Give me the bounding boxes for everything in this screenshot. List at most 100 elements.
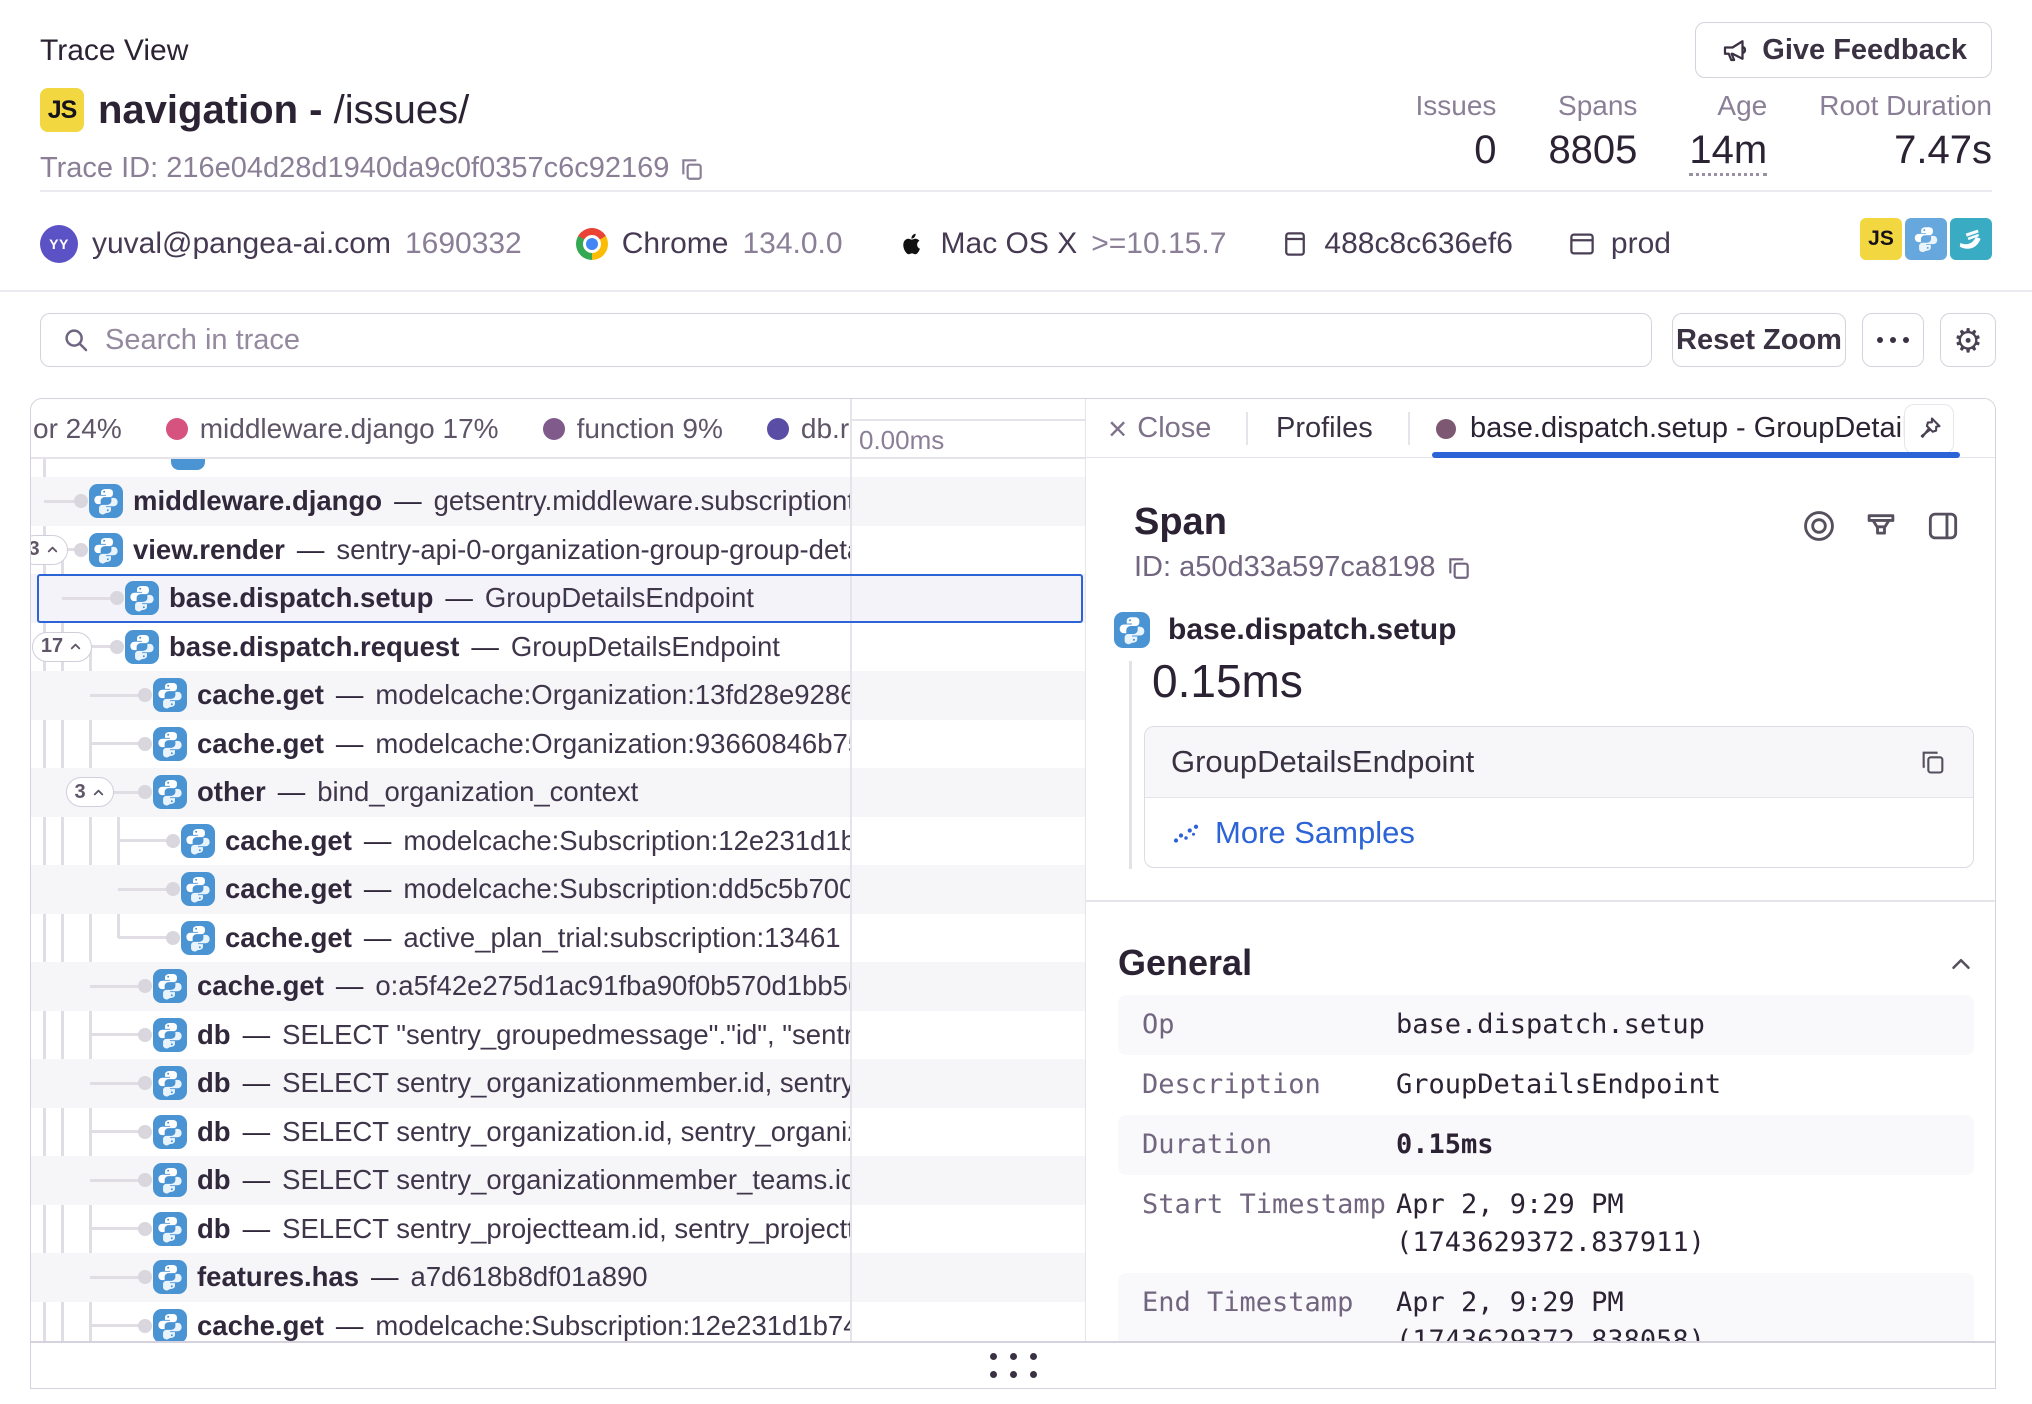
span-description: a7d618b8df01a890 bbox=[411, 1261, 648, 1293]
more-options-button[interactable] bbox=[1862, 313, 1924, 367]
tree-row[interactable]: cache.get—modelcache:Subscription:dd5c5b… bbox=[31, 865, 1085, 914]
stat-spans: Spans8805 bbox=[1548, 90, 1637, 170]
python-icon bbox=[153, 1212, 187, 1246]
tree-connector-dot bbox=[138, 688, 152, 702]
tree-row[interactable]: base.dispatch.setup—GroupDetailsEndpoint bbox=[31, 574, 1085, 623]
legend-item[interactable]: function 9% bbox=[543, 413, 723, 445]
span-description: modelcache:Organization:93660846b75 bbox=[375, 728, 850, 760]
tree-row[interactable]: db—SELECT sentry_organization.id, sentry… bbox=[31, 1108, 1085, 1157]
tab-profiles[interactable]: Profiles bbox=[1276, 399, 1373, 458]
tab-span-active[interactable]: base.dispatch.setup - GroupDetails… bbox=[1436, 399, 1952, 458]
tree-row[interactable]: db—SELECT "sentry_groupedmessage"."id", … bbox=[31, 1011, 1085, 1060]
tree-connector-dot bbox=[138, 1222, 152, 1236]
python-icon bbox=[153, 678, 187, 712]
span-section-heading: Span bbox=[1134, 501, 1227, 544]
tree-connector-dot bbox=[138, 1076, 152, 1090]
span-vline bbox=[1129, 661, 1132, 869]
span-op: db bbox=[197, 1019, 231, 1051]
tree-row[interactable]: db—SELECT sentry_projectteam.id, sentry_… bbox=[31, 1205, 1085, 1254]
tree-row[interactable]: features.has—a7d618b8df01a890 bbox=[31, 1253, 1085, 1302]
python-icon bbox=[153, 727, 187, 761]
drawer-close-button[interactable]: × Close bbox=[1108, 399, 1211, 458]
tree-row[interactable]: cache.get—o:a5f42e275d1ac91fba90f0b570d1… bbox=[31, 962, 1085, 1011]
copy-icon[interactable] bbox=[1446, 555, 1472, 581]
user-id: 1690332 bbox=[405, 227, 522, 261]
meta-browser: Chrome 134.0.0 bbox=[576, 227, 843, 261]
tree-row[interactable]: cache.get—modelcache:Organization:13fd28… bbox=[31, 671, 1085, 720]
tree-row[interactable]: middleware.django—getsentry.middleware.s… bbox=[31, 477, 1085, 526]
span-op: features.has bbox=[197, 1261, 359, 1293]
collapse-pill[interactable]: 3 bbox=[31, 535, 68, 565]
meta-environment: prod bbox=[1567, 227, 1671, 261]
more-samples-link[interactable]: More Samples bbox=[1145, 798, 1973, 867]
side-panel-icon[interactable] bbox=[1923, 506, 1963, 546]
tree-row[interactable]: 17base.dispatch.request—GroupDetailsEndp… bbox=[31, 623, 1085, 672]
tree-connector-dot bbox=[138, 979, 152, 993]
tree-connector-dot bbox=[138, 737, 152, 751]
collapse-pill[interactable]: 3 bbox=[66, 777, 114, 807]
span-tools bbox=[1799, 506, 1963, 546]
legend-item[interactable]: middleware.django 17% bbox=[166, 413, 499, 445]
trace-view-page: Trace View Give Feedback JS navigation -… bbox=[0, 0, 2032, 1404]
python-icon bbox=[1114, 612, 1150, 648]
copy-icon[interactable] bbox=[679, 156, 705, 182]
legend-dot bbox=[166, 418, 188, 440]
trace-title-name: navigation - bbox=[98, 88, 322, 132]
tree-row[interactable]: cache.get—modelcache:Organization:936608… bbox=[31, 720, 1085, 769]
span-op: cache.get bbox=[197, 679, 324, 711]
tree-row[interactable]: cache.get—modelcache:Subscription:12e231… bbox=[31, 817, 1085, 866]
sample-row[interactable]: GroupDetailsEndpoint bbox=[1145, 727, 1973, 798]
pin-tab-button[interactable] bbox=[1904, 404, 1954, 454]
meta-divider bbox=[0, 290, 2032, 292]
legend-item[interactable]: db.redis 8% bbox=[767, 413, 850, 445]
give-feedback-button[interactable]: Give Feedback bbox=[1695, 22, 1992, 78]
tree-row[interactable]: cache.get—modelcache:Subscription:12e231… bbox=[31, 1302, 1085, 1343]
collapse-pill[interactable]: 17 bbox=[32, 632, 92, 662]
span-id: ID: a50d33a597ca8198 bbox=[1134, 551, 1472, 584]
close-icon: × bbox=[1108, 412, 1127, 445]
page-title: Trace View bbox=[40, 34, 188, 68]
browser-version: 134.0.0 bbox=[742, 227, 842, 261]
tree-row[interactable]: db—SELECT sentry_organizationmember_team… bbox=[31, 1156, 1085, 1205]
tree-connector-dot bbox=[138, 1173, 152, 1187]
span-description: getsentry.middleware.subscriptiontag.S bbox=[434, 485, 850, 517]
tree-connector bbox=[90, 985, 145, 988]
meta-device: 488c8c636ef6 bbox=[1280, 227, 1513, 261]
span-op: view.render bbox=[133, 534, 285, 566]
focus-target-icon[interactable] bbox=[1799, 506, 1839, 546]
tree-row[interactable]: cache.get—active_plan_trial:subscription… bbox=[31, 914, 1085, 963]
tree-connector bbox=[90, 1130, 145, 1133]
zoom-funnel-icon[interactable] bbox=[1861, 506, 1901, 546]
general-section-heading: General bbox=[1118, 942, 1252, 984]
settings-gear-button[interactable]: ⚙ bbox=[1940, 313, 1996, 367]
tree-row[interactable]: 3other—bind_organization_context bbox=[31, 768, 1085, 817]
general-key: End Timestamp bbox=[1118, 1284, 1396, 1342]
ops-legend: or 24% middleware.django 17% function 9% db… bbox=[31, 399, 850, 458]
general-row-duration: Duration0.15ms bbox=[1118, 1115, 1974, 1175]
span-op: cache.get bbox=[225, 825, 352, 857]
meta-os: Mac OS X >=10.15.7 bbox=[897, 227, 1227, 261]
tree-row[interactable]: db—SELECT sentry_organizationmember.id, … bbox=[31, 1059, 1085, 1108]
span-description: SELECT sentry_organization.id, sentry_or… bbox=[282, 1116, 850, 1148]
span-description: GroupDetailsEndpoint bbox=[485, 582, 754, 614]
general-row-op: Opbase.dispatch.setup bbox=[1118, 995, 1974, 1055]
collapse-chevron-icon[interactable] bbox=[1946, 949, 1976, 979]
tree-row[interactable]: 3view.render—sentry-api-0-organization-g… bbox=[31, 526, 1085, 575]
span-op: db bbox=[197, 1067, 231, 1099]
legend-dot bbox=[543, 418, 565, 440]
other-platform-icon bbox=[1950, 218, 1992, 260]
tree-connector bbox=[90, 1033, 145, 1036]
span-op: cache.get bbox=[197, 970, 324, 1002]
span-op-row: base.dispatch.setup bbox=[1114, 612, 1456, 648]
device-id: 488c8c636ef6 bbox=[1324, 227, 1513, 261]
copy-icon[interactable] bbox=[1919, 748, 1947, 776]
tree-connector-dot bbox=[138, 785, 152, 799]
search-input[interactable]: Search in trace bbox=[40, 313, 1652, 367]
reset-zoom-button[interactable]: Reset Zoom bbox=[1672, 313, 1846, 367]
meta-user[interactable]: YY yuval@pangea-ai.com 1690332 bbox=[40, 225, 522, 263]
drawer-resize-handle[interactable] bbox=[30, 1342, 1996, 1389]
trace-stats: Issues0Spans8805Age14mRoot Duration7.47s bbox=[1416, 90, 1993, 176]
python-icon bbox=[181, 872, 215, 906]
legend-item[interactable]: or 24% bbox=[33, 413, 122, 445]
section-divider bbox=[1086, 900, 1996, 902]
